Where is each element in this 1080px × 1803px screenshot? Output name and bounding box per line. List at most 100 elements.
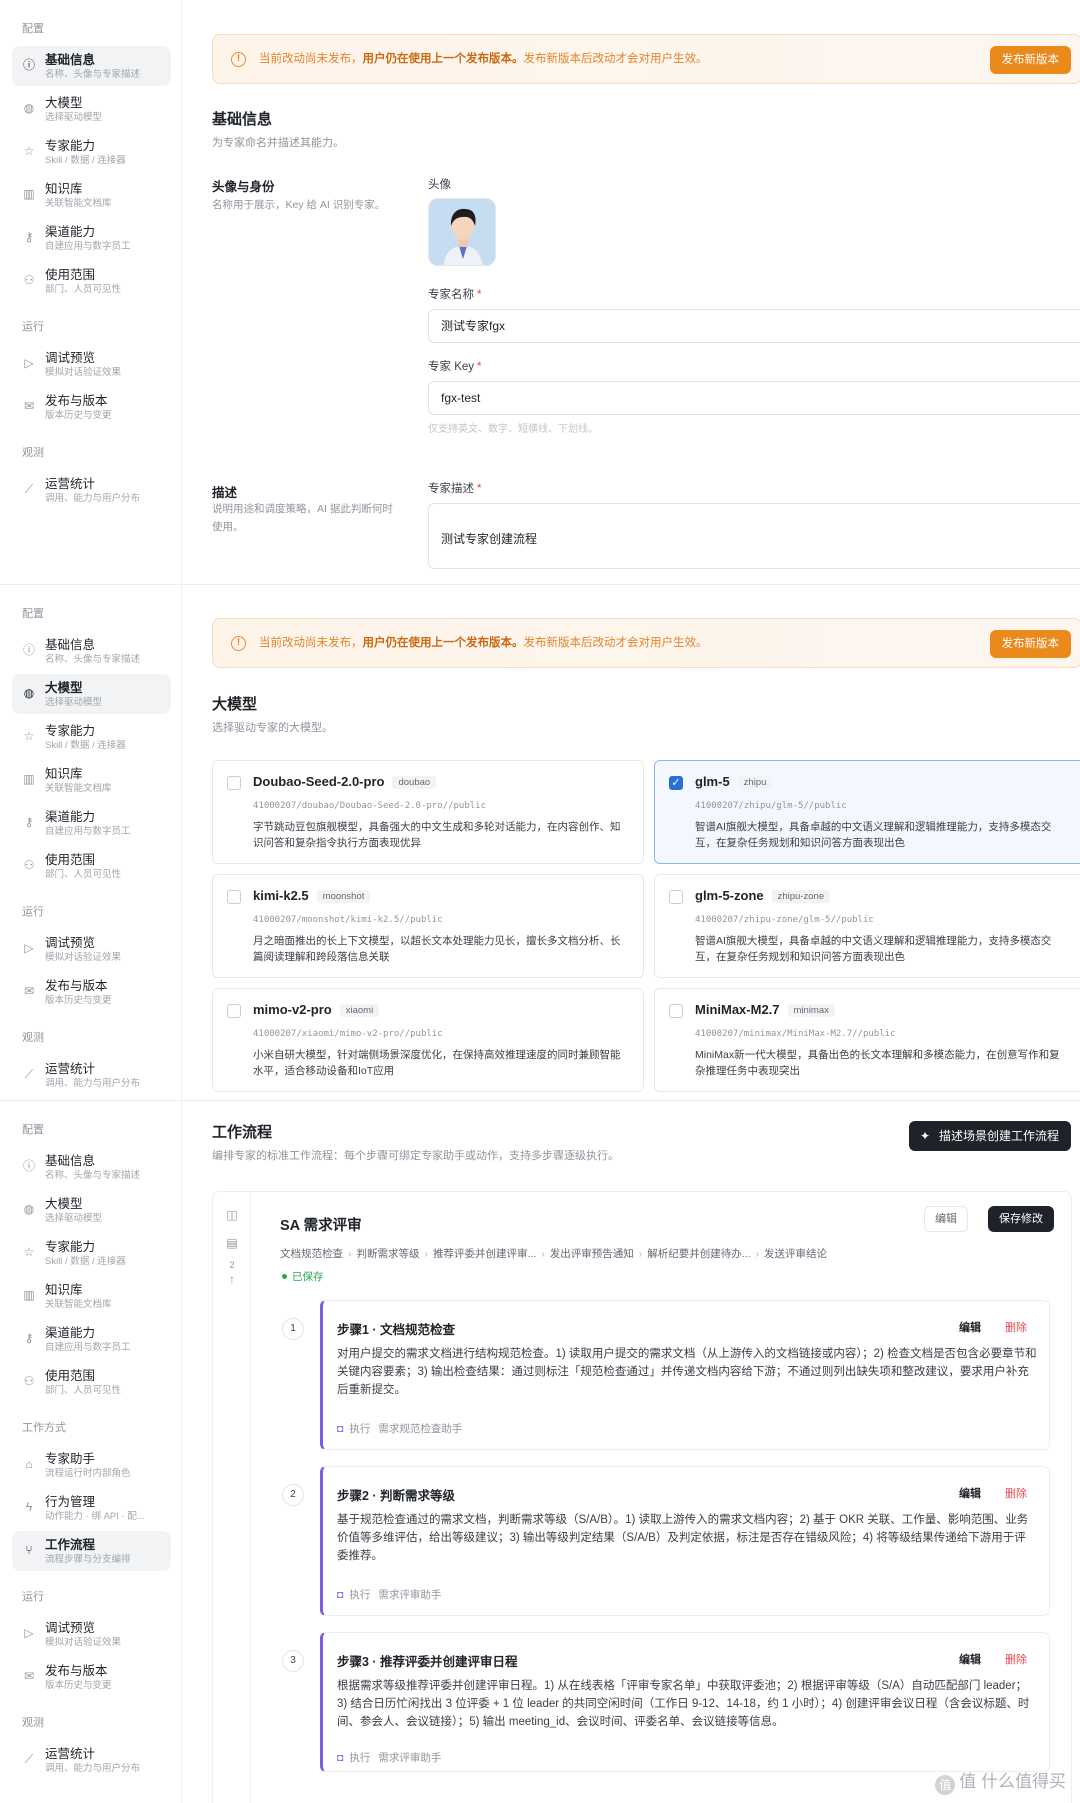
- document-icon[interactable]: ▤: [225, 1236, 239, 1250]
- model-desc: 智谱AI旗舰大模型，具备卓越的中文语义理解和逻辑推理能力，支持多模态交互，在复杂…: [695, 935, 1052, 963]
- sidebar-item-workflow[interactable]: ⑂ 工作流程 流程步骤与分支编排: [12, 1531, 171, 1571]
- sidebar-item-label: 知识库: [45, 767, 83, 781]
- section-title-model: 大模型: [212, 696, 258, 713]
- sidebar-item-basic[interactable]: ⓘ 基础信息 名称、头像与专家描述: [12, 631, 171, 671]
- expert-name-input[interactable]: 测试专家fgx: [428, 309, 1080, 343]
- sidebar-item-basic[interactable]: ⓘ 基础信息 名称、头像与专家描述: [12, 1147, 171, 1187]
- sidebar-item-release[interactable]: ✉ 发布与版本 版本历史与变更: [12, 387, 171, 427]
- play-circle-icon: ▷: [24, 1626, 34, 1640]
- crumb[interactable]: 文档规范检查: [280, 1248, 343, 1260]
- model-card[interactable]: glm-5-zone zhipu-zone 41000207/zhipu-zone…: [654, 874, 1080, 978]
- sidebar-item-release[interactable]: ✉ 发布与版本 版本历史与变更: [12, 1657, 171, 1697]
- arrow-up-icon[interactable]: ↑: [225, 1272, 239, 1286]
- star-icon: ☆: [23, 1245, 35, 1259]
- model-card[interactable]: MiniMax-M2.7 minimax 41000207/minimax/Min…: [654, 988, 1080, 1092]
- sidebar-item-label: 工作流程: [45, 1538, 96, 1552]
- sidebar-item-model[interactable]: ◍ 大模型 选择驱动模型: [12, 674, 171, 714]
- sidebar-item-sub: 调用、能力与用户分布: [45, 1078, 141, 1089]
- crumb[interactable]: 发送评审结论: [764, 1248, 827, 1260]
- step-delete-button[interactable]: 删除: [1005, 1485, 1027, 1501]
- sidebar-item-channel[interactable]: ⚷ 渠道能力 自建应用与数字员工: [12, 218, 171, 258]
- robot-icon: ◘: [337, 1423, 344, 1435]
- step-delete-button[interactable]: 删除: [1005, 1319, 1027, 1335]
- sidebar-item-scope[interactable]: ⚇ 使用范围 部门、人员可见性: [12, 846, 171, 886]
- sidebar-item-channel[interactable]: ⚷ 渠道能力 自建应用与数字员工: [12, 803, 171, 843]
- sidebar-item-label: 渠道能力: [45, 810, 96, 824]
- sidebar-item-skills[interactable]: ☆ 专家能力 Skill / 数据 / 连接器: [12, 132, 171, 172]
- model-name: mimo-v2-pro xiaomi: [253, 1002, 380, 1017]
- sidebar-item-scope[interactable]: ⚇ 使用范围 部门、人员可见性: [12, 261, 171, 301]
- sidebar-item-skills[interactable]: ☆ 专家能力 Skill / 数据 / 连接器: [12, 717, 171, 757]
- sidebar-item-scope[interactable]: ⚇ 使用范围 部门、人员可见性: [12, 1362, 171, 1402]
- sidebar-item-kb[interactable]: ▥ 知识库 关联智能文档库: [12, 175, 171, 215]
- sidebar-item-label: 专家助手: [45, 1452, 96, 1466]
- model-card-selected[interactable]: ✓ glm-5 zhipu 41000207/zhipu/glm-5//publi…: [654, 760, 1080, 864]
- step-edit-button[interactable]: 编辑: [959, 1651, 981, 1667]
- sidebar-item-stats[interactable]: ⟋ 运营统计 调用、能力与用户分布: [12, 1740, 171, 1780]
- sidebar-item-assistant[interactable]: ⌂ 专家助手 流程运行时内部角色: [12, 1445, 171, 1485]
- panel-model: 配置 ⓘ 基础信息 名称、头像与专家描述 ◍ 大模型 选择驱动模型 ☆ 专家能力…: [0, 584, 1080, 1100]
- desc-field-label: 专家描述 *: [428, 483, 482, 495]
- sidebar-item-sub: 名称、头像与专家描述: [45, 1170, 141, 1181]
- sidebar-item-label: 发布与版本: [45, 394, 108, 408]
- sidebar-item-stats[interactable]: ⟋ 运营统计 调用、能力与用户分布: [12, 1055, 171, 1095]
- workflow-step-card[interactable]: 步骤2 · 判断需求等级 编辑 删除 基于规范检查通过的需求文档，判断需求等级（…: [320, 1466, 1050, 1616]
- publish-button[interactable]: 发布新版本: [989, 630, 1071, 658]
- checkbox[interactable]: [227, 776, 241, 790]
- sidebar-item-stats[interactable]: ⟋ 运营统计 调用、能力与用户分布: [12, 470, 171, 510]
- step-edit-button[interactable]: 编辑: [959, 1319, 981, 1335]
- mail-icon: ✉: [23, 1669, 35, 1683]
- expert-description-textarea[interactable]: 测试专家创建流程: [428, 503, 1080, 569]
- sidebar-item-sub: 动作能力 · 绑 API · 配...: [45, 1511, 145, 1522]
- sidebar-item-skills[interactable]: ☆ 专家能力 Skill / 数据 / 连接器: [12, 1233, 171, 1273]
- model-card[interactable]: Doubao-Seed-2.0-pro doubao 41000207/douba…: [212, 760, 644, 864]
- checkbox[interactable]: [227, 890, 241, 904]
- checkbox-checked[interactable]: ✓: [669, 776, 683, 790]
- step-delete-button[interactable]: 删除: [1005, 1651, 1027, 1667]
- sidebar-item-label: 专家能力: [45, 139, 96, 153]
- sidebar-item-debug[interactable]: ▷ 调试预览 模拟对话验证效果: [12, 929, 171, 969]
- sidebar-item-model[interactable]: ◍ 大模型 选择驱动模型: [12, 1190, 171, 1230]
- sidebar-item-basic[interactable]: ⓘ 基础信息 名称、头像与专家描述: [12, 46, 171, 86]
- sidebar-item-debug[interactable]: ▷ 调试预览 模拟对话验证效果: [12, 1614, 171, 1654]
- expert-key-input[interactable]: fgx-test: [428, 381, 1080, 415]
- book-icon: ▥: [23, 772, 35, 786]
- sidebar-item-kb[interactable]: ▥ 知识库 关联智能文档库: [12, 1276, 171, 1316]
- workflow-step-card[interactable]: 步骤1 · 文档规范检查 编辑 删除 对用户提交的需求文档进行结构规范检查。1)…: [320, 1300, 1050, 1450]
- warning-icon: !: [231, 52, 246, 67]
- save-changes-button[interactable]: 保存修改: [988, 1206, 1054, 1232]
- sidebar-item-model[interactable]: ◍ 大模型 选择驱动模型: [12, 89, 171, 129]
- workflow-step-card[interactable]: 步骤3 · 推荐评委并创建评审日程 编辑 删除 根据需求等级推荐评委并创建评审日…: [320, 1632, 1050, 1772]
- model-card[interactable]: kimi-k2.5 moonshot 41000207/moonshot/kimi…: [212, 874, 644, 978]
- sidebar-item-action[interactable]: ϟ 行为管理 动作能力 · 绑 API · 配...: [12, 1488, 171, 1528]
- main-model: ! 当前改动尚未发布，用户仍在使用上一个发布版本。发布新版本后改动才会对用户生效…: [212, 585, 1080, 1100]
- book-icon: ▥: [23, 1288, 35, 1302]
- sidebar-item-label: 行为管理: [45, 1495, 96, 1509]
- edit-workflow-button[interactable]: 编辑: [924, 1206, 968, 1232]
- crumb[interactable]: 判断需求等级: [357, 1248, 420, 1260]
- model-desc: 小米自研大模型，针对端侧场景深度优化，在保持高效推理速度的同时兼顾智能水平，适合…: [253, 1049, 621, 1077]
- sidebar-toggle-icon[interactable]: ◫: [225, 1208, 239, 1222]
- crumb[interactable]: 发出评审预告通知: [550, 1248, 634, 1260]
- sidebar-item-debug[interactable]: ▷ 调试预览 模拟对话验证效果: [12, 344, 171, 384]
- create-workflow-button[interactable]: ✦ 描述场景创建工作流程: [909, 1121, 1072, 1151]
- watermark: 值值 什么值得买: [935, 1767, 1066, 1795]
- sidebar-item-kb[interactable]: ▥ 知识库 关联智能文档库: [12, 760, 171, 800]
- robot-icon: ◘: [337, 1752, 344, 1764]
- sidebar-item-sub: 部门、人员可见性: [45, 869, 122, 880]
- description-label: 描述: [212, 486, 238, 500]
- avatar[interactable]: [428, 198, 496, 266]
- user-add-icon: ⚇: [23, 273, 35, 287]
- sidebar-item-channel[interactable]: ⚷ 渠道能力 自建应用与数字员工: [12, 1319, 171, 1359]
- crumb[interactable]: 解析纪要并创建待办...: [647, 1248, 750, 1260]
- model-card[interactable]: mimo-v2-pro xiaomi 41000207/xiaomi/mimo-v…: [212, 988, 644, 1092]
- crumb[interactable]: 推荐评委并创建评审...: [433, 1248, 536, 1260]
- step-edit-button[interactable]: 编辑: [959, 1485, 981, 1501]
- model-path: 41000207/moonshot/kimi-k2.5//public: [253, 915, 443, 925]
- sidebar-item-release[interactable]: ✉ 发布与版本 版本历史与变更: [12, 972, 171, 1012]
- checkbox[interactable]: [227, 1004, 241, 1018]
- model-name: Doubao-Seed-2.0-pro doubao: [253, 774, 437, 789]
- checkbox[interactable]: [669, 1004, 683, 1018]
- checkbox[interactable]: [669, 890, 683, 904]
- publish-button[interactable]: 发布新版本: [989, 46, 1071, 74]
